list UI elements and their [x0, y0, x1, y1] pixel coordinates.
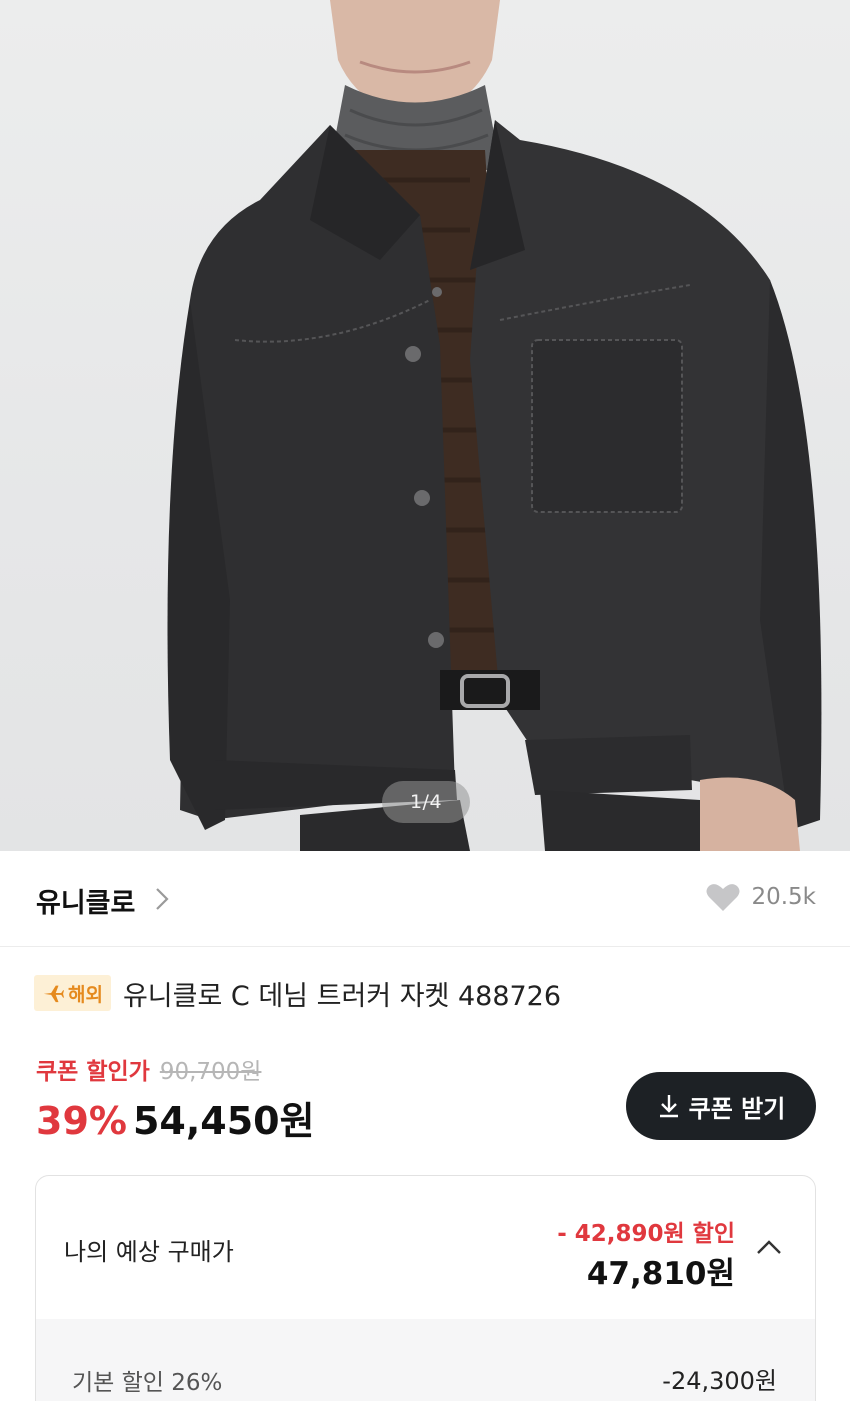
overseas-badge-label: 해외: [68, 983, 103, 1006]
product-image-gallery[interactable]: 1/4: [0, 0, 850, 851]
product-photo: [167, 0, 822, 851]
original-price: 90,700원: [159, 1059, 262, 1085]
sale-price-line: 39% 54,450원: [36, 1090, 315, 1145]
airplane-icon: [43, 985, 64, 1003]
expected-price-breakdown: 기본 할인 26% -24,300원: [36, 1319, 815, 1401]
download-icon: [659, 1095, 678, 1118]
breakdown-row-value: -24,300원: [662, 1367, 777, 1395]
expected-price: 47,810원: [586, 1256, 735, 1292]
overseas-badge: 해외: [34, 975, 111, 1011]
product-title: 유니클로 C 데님 트러커 자켓 488726: [122, 980, 562, 1012]
sale-price: 54,450원: [132, 1099, 315, 1143]
brand-name[interactable]: 유니클로: [36, 881, 135, 920]
breakdown-row-label: 기본 할인 26%: [72, 1370, 223, 1396]
expected-price-label: 나의 예상 구매가: [64, 1238, 234, 1266]
coupon-price-label: 쿠폰 할인가: [36, 1059, 150, 1085]
gallery-page-indicator: 1/4: [382, 781, 470, 823]
get-coupon-button[interactable]: 쿠폰 받기: [626, 1072, 816, 1140]
like-button[interactable]: 20.5k: [705, 881, 816, 913]
discount-rate: 39%: [36, 1099, 127, 1143]
expected-price-header[interactable]: 나의 예상 구매가 - 42,890원 할인 47,810원: [36, 1176, 815, 1319]
get-coupon-label: 쿠폰 받기: [688, 1094, 786, 1123]
chevron-up-icon[interactable]: [755, 1236, 783, 1258]
expected-discount: - 42,890원 할인: [557, 1221, 735, 1247]
expected-price-panel: 나의 예상 구매가 - 42,890원 할인 47,810원 기본 할인 26%…: [35, 1175, 816, 1401]
like-count: 20.5k: [751, 884, 816, 910]
coupon-price-line: 쿠폰 할인가 90,700원: [36, 1052, 261, 1086]
brand-row: 유니클로 20.5k: [0, 851, 850, 947]
chevron-right-icon[interactable]: [152, 885, 172, 913]
heart-icon: [706, 884, 740, 911]
product-title-row: 해외 유니클로 C 데님 트러커 자켓 488726: [34, 974, 561, 1012]
